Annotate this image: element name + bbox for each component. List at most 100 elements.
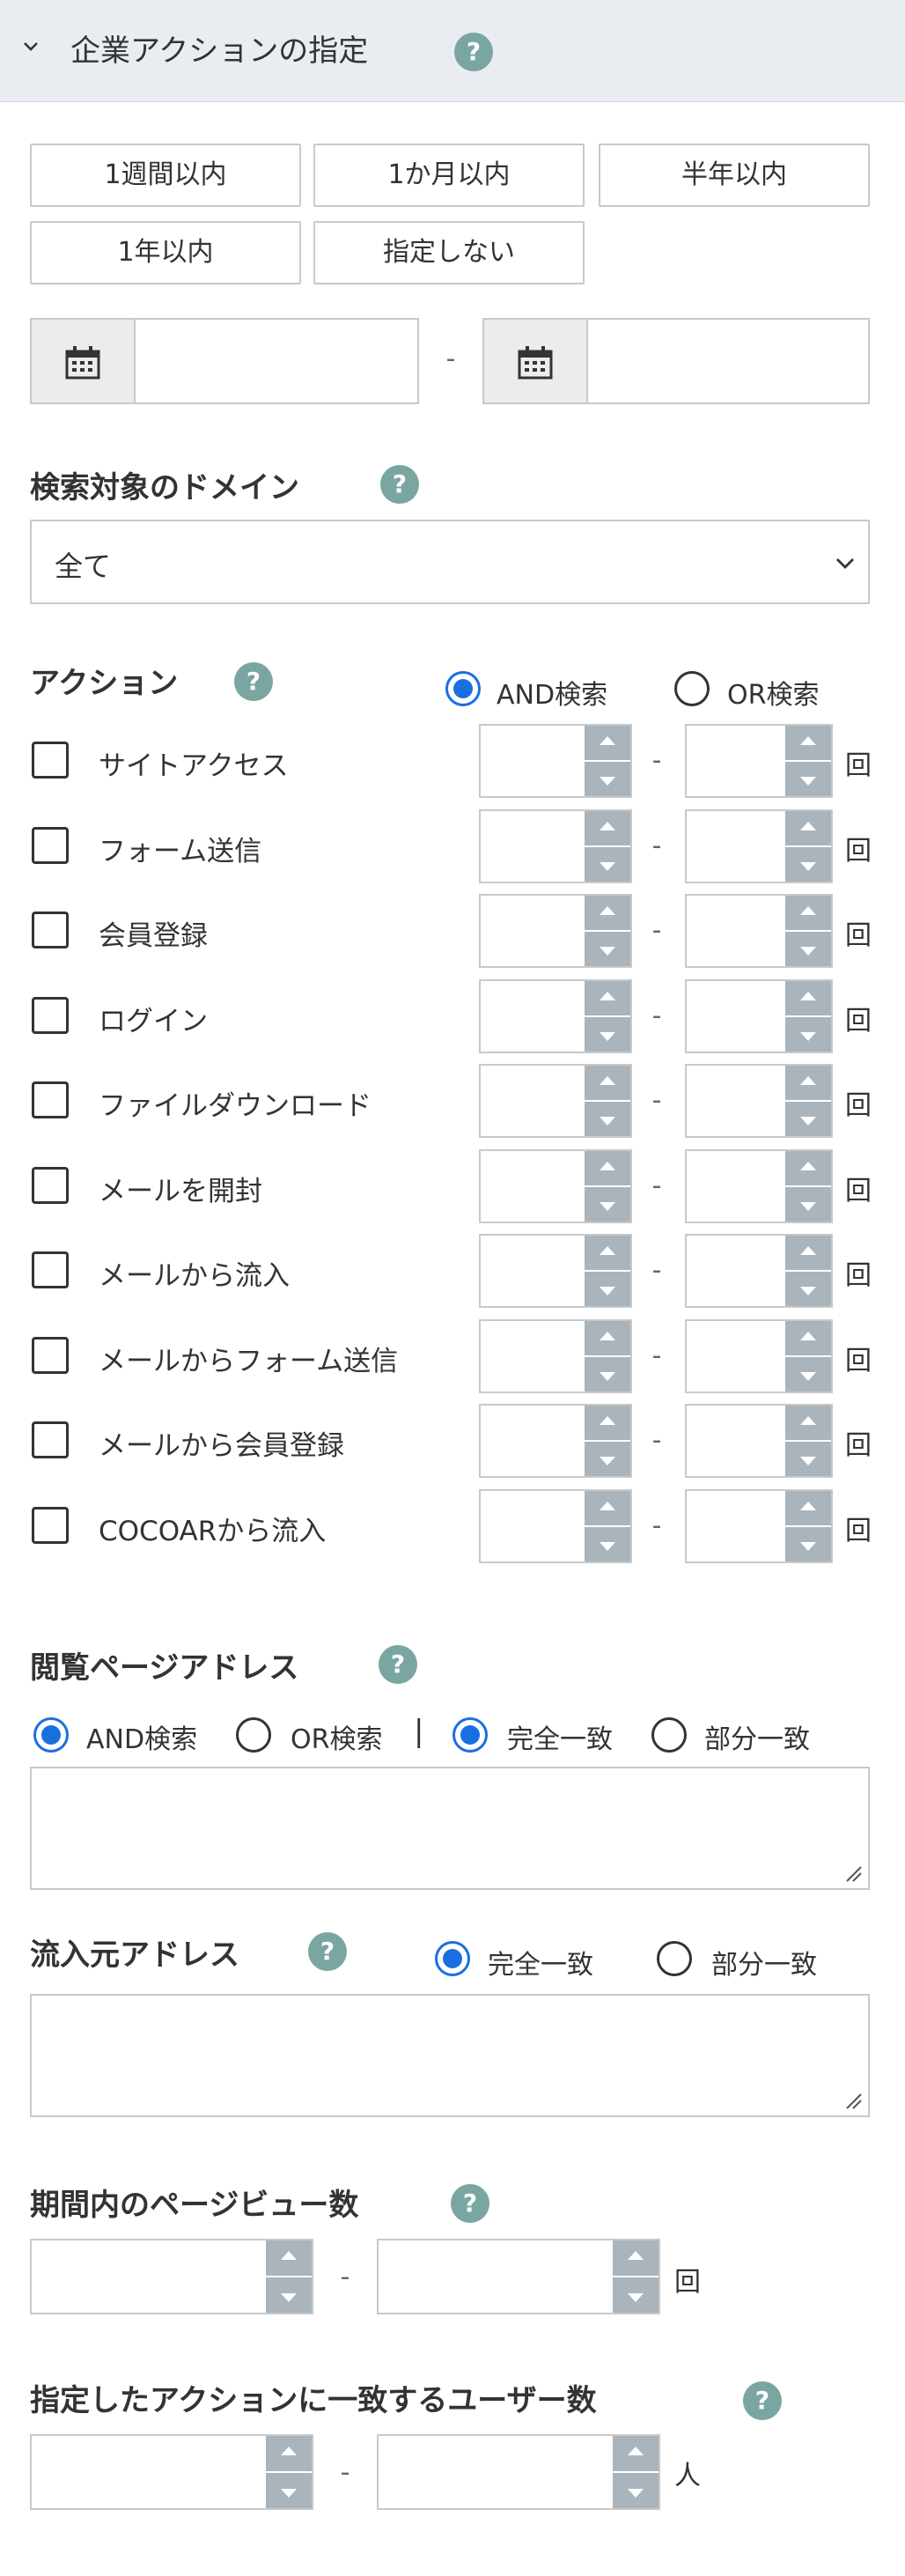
spinner-buttons[interactable] xyxy=(785,981,831,1052)
spinner-buttons[interactable] xyxy=(585,1236,630,1306)
calendar-icon[interactable] xyxy=(484,320,588,402)
end-date-input[interactable] xyxy=(482,318,870,404)
action-max-input[interactable] xyxy=(685,724,833,798)
period-button-halfyear[interactable]: 半年以内 xyxy=(599,144,870,207)
action-max-input[interactable] xyxy=(685,1404,833,1478)
page-address-and-label: AND検索 xyxy=(86,1724,198,1755)
start-date-input[interactable] xyxy=(30,318,419,404)
action-max-input[interactable] xyxy=(685,1064,833,1138)
spinner-buttons[interactable] xyxy=(585,981,630,1052)
page-address-textarea[interactable] xyxy=(30,1767,870,1890)
action-checkbox[interactable] xyxy=(32,1421,69,1458)
actions-and-radio[interactable] xyxy=(445,671,481,706)
action-max-input[interactable] xyxy=(685,894,833,968)
users-max-input[interactable] xyxy=(377,2434,660,2510)
resize-grip-icon[interactable] xyxy=(843,1864,863,1883)
help-icon[interactable]: ? xyxy=(379,1645,417,1684)
spinner-buttons[interactable] xyxy=(585,896,630,966)
action-min-input[interactable] xyxy=(479,809,632,883)
help-icon[interactable]: ? xyxy=(451,2184,489,2223)
action-unit: 回 xyxy=(845,1346,872,1377)
action-min-input[interactable] xyxy=(479,1489,632,1563)
action-max-input[interactable] xyxy=(685,979,833,1053)
action-checkbox[interactable] xyxy=(32,912,69,948)
action-max-input[interactable] xyxy=(685,809,833,883)
page-address-or-radio[interactable] xyxy=(236,1717,271,1753)
page-address-and-radio[interactable] xyxy=(33,1717,69,1753)
page-address-exact-radio[interactable] xyxy=(452,1717,488,1753)
spinner-buttons[interactable] xyxy=(266,2436,312,2508)
period-button-1week[interactable]: 1週間以内 xyxy=(30,144,301,207)
spinner-buttons[interactable] xyxy=(585,811,630,882)
action-min-input[interactable] xyxy=(479,1234,632,1308)
action-checkbox[interactable] xyxy=(32,1507,69,1544)
action-label: フォーム送信 xyxy=(99,836,262,867)
action-min-input[interactable] xyxy=(479,1064,632,1138)
action-checkbox[interactable] xyxy=(32,997,69,1034)
period-button-1month[interactable]: 1か月以内 xyxy=(313,144,585,207)
action-label: ログイン xyxy=(99,1006,208,1037)
spinner-buttons[interactable] xyxy=(785,1151,831,1222)
domain-selected-value: 全て xyxy=(55,550,112,583)
spinner-buttons[interactable] xyxy=(585,1151,630,1222)
action-max-input[interactable] xyxy=(685,1149,833,1223)
help-icon[interactable]: ? xyxy=(308,1932,347,1971)
action-checkbox[interactable] xyxy=(32,1251,69,1288)
spinner-buttons[interactable] xyxy=(785,1066,831,1136)
actions-or-label: OR検索 xyxy=(727,680,820,711)
spinner-buttons[interactable] xyxy=(613,2436,659,2508)
spinner-buttons[interactable] xyxy=(585,1491,630,1561)
users-min-input[interactable] xyxy=(30,2434,313,2510)
calendar-icon[interactable] xyxy=(32,320,136,402)
spinner-buttons[interactable] xyxy=(785,1236,831,1306)
spinner-buttons[interactable] xyxy=(785,1321,831,1391)
action-min-input[interactable] xyxy=(479,894,632,968)
section-header[interactable]: 企業アクションの指定 ? xyxy=(0,0,905,102)
help-icon[interactable]: ? xyxy=(234,662,273,701)
action-min-input[interactable] xyxy=(479,1404,632,1478)
action-min-input[interactable] xyxy=(479,724,632,798)
action-min-input[interactable] xyxy=(479,1149,632,1223)
help-icon[interactable]: ? xyxy=(454,33,493,71)
spinner-buttons[interactable] xyxy=(585,726,630,796)
help-icon[interactable]: ? xyxy=(743,2381,782,2420)
period-button-none[interactable]: 指定しない xyxy=(313,221,585,284)
section-title: 企業アクションの指定 xyxy=(70,33,369,69)
referrer-partial-radio[interactable] xyxy=(657,1941,692,1976)
action-max-input[interactable] xyxy=(685,1234,833,1308)
action-checkbox[interactable] xyxy=(32,1337,69,1374)
help-icon[interactable]: ? xyxy=(380,465,419,504)
page-address-partial-radio[interactable] xyxy=(651,1717,687,1753)
actions-or-radio[interactable] xyxy=(674,671,710,706)
spinner-buttons[interactable] xyxy=(266,2240,312,2313)
action-checkbox[interactable] xyxy=(32,1167,69,1204)
spinner-buttons[interactable] xyxy=(585,1066,630,1136)
action-min-input[interactable] xyxy=(479,979,632,1053)
domain-select[interactable]: 全て xyxy=(30,520,870,604)
referrer-textarea[interactable] xyxy=(30,1994,870,2117)
actions-and-label: AND検索 xyxy=(497,680,608,711)
users-unit: 人 xyxy=(674,2461,701,2491)
spinner-buttons[interactable] xyxy=(785,896,831,966)
action-max-input[interactable] xyxy=(685,1319,833,1393)
action-label: 会員登録 xyxy=(99,920,208,952)
pageviews-min-input[interactable] xyxy=(30,2239,313,2314)
spinner-buttons[interactable] xyxy=(613,2240,659,2313)
spinner-buttons[interactable] xyxy=(585,1406,630,1476)
resize-grip-icon[interactable] xyxy=(843,2091,863,2110)
range-separator: - xyxy=(340,2262,350,2292)
period-button-1year[interactable]: 1年以内 xyxy=(30,221,301,284)
action-unit: 回 xyxy=(845,1176,872,1207)
pageviews-max-input[interactable] xyxy=(377,2239,660,2314)
action-checkbox[interactable] xyxy=(32,742,69,779)
spinner-buttons[interactable] xyxy=(785,1406,831,1476)
action-min-input[interactable] xyxy=(479,1319,632,1393)
action-max-input[interactable] xyxy=(685,1489,833,1563)
spinner-buttons[interactable] xyxy=(785,811,831,882)
spinner-buttons[interactable] xyxy=(785,1491,831,1561)
action-checkbox[interactable] xyxy=(32,827,69,864)
spinner-buttons[interactable] xyxy=(585,1321,630,1391)
action-checkbox[interactable] xyxy=(32,1081,69,1118)
referrer-exact-radio[interactable] xyxy=(435,1941,470,1976)
spinner-buttons[interactable] xyxy=(785,726,831,796)
